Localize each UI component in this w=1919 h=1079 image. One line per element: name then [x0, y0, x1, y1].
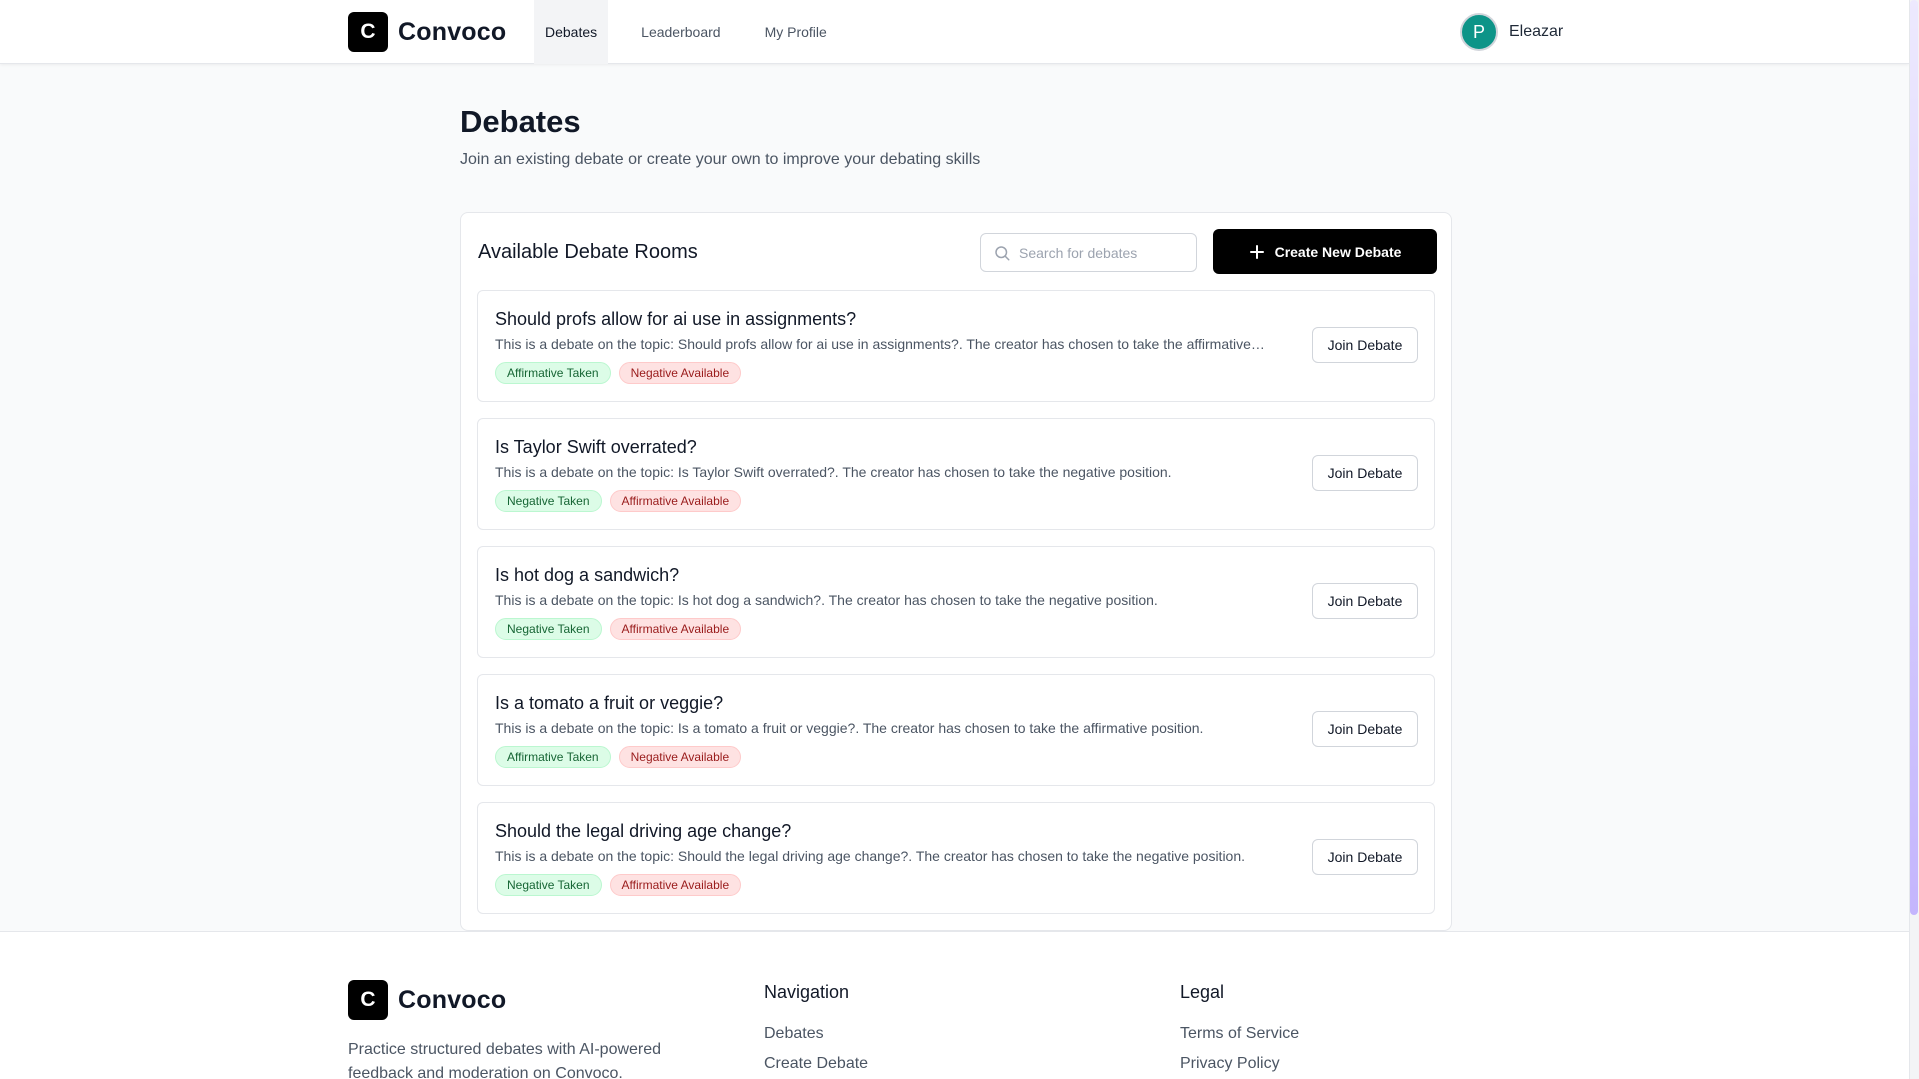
- page-scrollbar[interactable]: [1909, 0, 1919, 1079]
- debate-badges: Affirmative Taken Negative Available: [495, 362, 742, 384]
- debate-description: This is a debate on the topic: Is hot do…: [495, 592, 1158, 608]
- brand-name: Convoco: [398, 17, 507, 46]
- debate-title: Is Taylor Swift overrated?: [495, 437, 697, 457]
- debate-list: Should profs allow for ai use in assignm…: [477, 290, 1435, 930]
- debate-title: Is a tomato a fruit or veggie?: [495, 693, 724, 713]
- page-subtitle: Join an existing debate or create your o…: [460, 151, 981, 168]
- debate-card: Is hot dog a sandwich? This is a debate …: [477, 546, 1435, 658]
- avatar[interactable]: P: [1460, 13, 1498, 51]
- footer-link-create-debate[interactable]: Create Debate: [764, 1055, 868, 1073]
- logo-icon: C: [348, 980, 388, 1020]
- join-debate-button[interactable]: Join Debate: [1312, 455, 1418, 491]
- available-badge: Affirmative Available: [609, 618, 742, 640]
- taken-badge: Negative Taken: [495, 618, 602, 640]
- debate-badges: Negative Taken Affirmative Available: [495, 618, 742, 640]
- logo-icon: C: [348, 12, 388, 52]
- nav-item-debates[interactable]: Debates: [534, 0, 609, 64]
- join-debate-button[interactable]: Join Debate: [1312, 839, 1418, 875]
- search-input[interactable]: [1019, 244, 1189, 261]
- footer-brand-name: Convoco: [398, 985, 507, 1014]
- footer-link-privacy[interactable]: Privacy Policy: [1180, 1055, 1299, 1073]
- debate-title: Should profs allow for ai use in assignm…: [495, 309, 857, 329]
- debate-rooms-panel: Available Debate Rooms Create New Debate…: [460, 212, 1452, 931]
- main-nav: Debates Leaderboard My Profile: [534, 0, 860, 64]
- footer-link-terms[interactable]: Terms of Service: [1180, 1025, 1299, 1043]
- debate-description: This is a debate on the topic: Should pr…: [495, 336, 1265, 352]
- join-debate-button[interactable]: Join Debate: [1312, 583, 1418, 619]
- debate-title: Should the legal driving age change?: [495, 821, 792, 841]
- taken-badge: Affirmative Taken: [495, 746, 611, 768]
- page-title: Debates: [460, 104, 581, 139]
- footer-legal-title: Legal: [1180, 982, 1225, 1002]
- available-badge: Negative Available: [618, 362, 742, 384]
- join-debate-button[interactable]: Join Debate: [1312, 711, 1418, 747]
- search-field[interactable]: [980, 233, 1197, 272]
- taken-badge: Negative Taken: [495, 490, 602, 512]
- available-badge: Negative Available: [618, 746, 742, 768]
- top-navbar: C Convoco Debates Leaderboard My Profile…: [0, 0, 1909, 64]
- debate-card: Should profs allow for ai use in assignm…: [477, 290, 1435, 402]
- search-icon: [995, 245, 1010, 260]
- nav-item-my-profile[interactable]: My Profile: [754, 0, 838, 64]
- debate-description: This is a debate on the topic: Should th…: [495, 848, 1246, 864]
- debate-description: This is a debate on the topic: Is a toma…: [495, 720, 1204, 736]
- plus-icon: [1249, 244, 1264, 259]
- nav-item-leaderboard[interactable]: Leaderboard: [630, 0, 731, 64]
- create-new-debate-button[interactable]: Create New Debate: [1213, 229, 1437, 274]
- debate-badges: Affirmative Taken Negative Available: [495, 746, 742, 768]
- available-badge: Affirmative Available: [609, 874, 742, 896]
- taken-badge: Negative Taken: [495, 874, 602, 896]
- debate-title: Is hot dog a sandwich?: [495, 565, 680, 585]
- debate-description: This is a debate on the topic: Is Taylor…: [495, 464, 1172, 480]
- footer: C Convoco Practice structured debates wi…: [0, 931, 1909, 1079]
- debate-card: Should the legal driving age change? Thi…: [477, 802, 1435, 914]
- debate-card: Is a tomato a fruit or veggie? This is a…: [477, 674, 1435, 786]
- scrollbar-thumb[interactable]: [1910, 0, 1918, 915]
- taken-badge: Affirmative Taken: [495, 362, 611, 384]
- debate-badges: Negative Taken Affirmative Available: [495, 874, 742, 896]
- available-badge: Affirmative Available: [609, 490, 742, 512]
- user-name: Eleazar: [1509, 23, 1564, 40]
- join-debate-button[interactable]: Join Debate: [1312, 327, 1418, 363]
- debate-badges: Negative Taken Affirmative Available: [495, 490, 742, 512]
- create-new-debate-label: Create New Debate: [1274, 243, 1402, 260]
- footer-legal: Legal Terms of Service Privacy Policy: [1180, 982, 1299, 1079]
- user-menu[interactable]: P Eleazar: [1460, 13, 1563, 51]
- footer-navigation-title: Navigation: [764, 982, 850, 1002]
- footer-brand[interactable]: C Convoco: [348, 980, 506, 1020]
- footer-description: Practice structured debates with AI-powe…: [348, 1041, 662, 1079]
- debate-card: Is Taylor Swift overrated? This is a deb…: [477, 418, 1435, 530]
- footer-navigation: Navigation Debates Create Debate: [764, 982, 868, 1079]
- footer-link-debates[interactable]: Debates: [764, 1025, 868, 1043]
- brand-logo-link[interactable]: C Convoco: [348, 12, 506, 52]
- panel-title: Available Debate Rooms: [478, 241, 698, 263]
